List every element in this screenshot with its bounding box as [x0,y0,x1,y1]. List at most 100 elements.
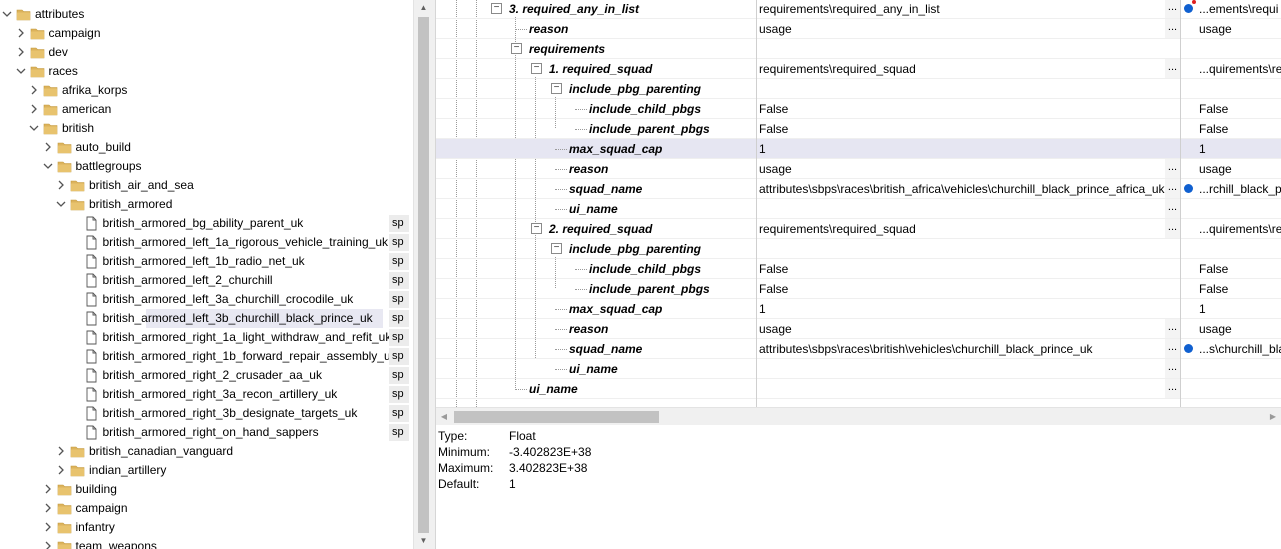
chevron-down-icon[interactable] [2,5,14,24]
tree-file-item[interactable]: british_armored_right_1b_forward_repair_… [0,347,397,366]
property-row[interactable]: −3. required_any_in_list requirements\req… [436,0,1281,19]
chevron-right-icon[interactable] [43,138,55,157]
property-value[interactable]: False [759,259,788,279]
chevron-down-icon[interactable] [56,195,68,214]
tree-folder-item[interactable]: battlegroups [0,157,389,176]
property-row[interactable]: max_squad_cap 1 1 [436,299,1281,319]
scroll-up-arrow-icon[interactable]: ▲ [414,0,433,16]
property-value[interactable]: False [759,99,788,119]
collapse-toggle-icon[interactable]: − [511,43,522,54]
tree-folder-item[interactable]: team_weapons [0,537,389,549]
property-value[interactable]: requirements\required_squad [759,219,916,239]
property-value[interactable]: requirements\required_any_in_list [759,0,940,19]
chevron-right-icon[interactable] [16,43,28,62]
property-value[interactable]: usage [759,19,792,39]
collapse-toggle-icon[interactable]: − [551,83,562,94]
tree-folder-item[interactable]: british_air_and_sea [0,176,389,195]
tree-file-item[interactable]: british_armored_right_1a_light_withdraw_… [0,328,391,347]
property-row[interactable]: include_parent_pbgs False False [436,279,1281,299]
collapse-toggle-icon[interactable]: − [491,3,502,14]
browse-button[interactable]: ... [1165,379,1180,398]
tree-folder-item[interactable]: british_canadian_vanguard [0,442,389,461]
chevron-right-icon[interactable] [43,537,55,549]
property-row[interactable]: − include_pbg_parenting [436,239,1281,259]
tree-folder-item[interactable]: auto_build [0,138,389,157]
property-value[interactable]: 1 [759,139,766,159]
browse-button[interactable]: ... [1165,59,1180,78]
property-value[interactable]: False [759,119,788,139]
collapse-toggle-icon[interactable]: − [551,243,562,254]
scroll-left-arrow-icon[interactable]: ◀ [436,408,452,426]
tree-file-item[interactable]: british_armored_right_on_hand_sappers [0,423,389,442]
property-row[interactable]: reason usage... usage [436,19,1281,39]
property-row[interactable]: squad_name attributes\sbps\races\british\… [436,339,1281,359]
property-row[interactable]: include_child_pbgs False False [436,259,1281,279]
chevron-right-icon[interactable] [56,176,68,195]
tree-folder-item[interactable]: campaign [0,499,389,518]
tree-folder-item[interactable]: british [0,119,389,138]
browse-button[interactable]: ... [1165,159,1180,178]
tree-vertical-scrollbar[interactable]: ▲ ▼ [413,0,432,549]
column-divider-compare[interactable] [1180,0,1181,407]
browse-button[interactable]: ... [1165,0,1180,18]
tree-folder-item[interactable]: attributes [0,5,389,24]
scrollbar-thumb[interactable] [418,17,429,533]
scroll-down-arrow-icon[interactable]: ▼ [414,533,433,549]
property-row[interactable]: reason usage... usage [436,319,1281,339]
property-row[interactable]: include_parent_pbgs False False [436,119,1281,139]
tree-file-item[interactable]: british_armored_left_1a_rigorous_vehicle… [0,233,389,252]
chevron-down-icon[interactable] [16,62,28,81]
tree-folder-item[interactable]: indian_artillery [0,461,389,480]
chevron-right-icon[interactable] [56,461,68,480]
tree-folder-item[interactable]: races [0,62,389,81]
chevron-right-icon[interactable] [29,81,41,100]
collapse-toggle-icon[interactable]: − [531,63,542,74]
property-value[interactable]: attributes\sbps\races\british\vehicles\c… [759,339,1093,359]
browse-button[interactable]: ... [1165,19,1180,38]
browse-button[interactable]: ... [1165,179,1180,198]
tree-file-item[interactable]: british_armored_left_1b_radio_net_uk [0,252,389,271]
property-row[interactable]: include_child_pbgs False False [436,99,1281,119]
property-row[interactable]: ui_name... [436,199,1281,219]
tree-file-item[interactable]: british_armored_left_3b_churchill_black_… [86,309,383,328]
browse-button[interactable]: ... [1165,339,1180,358]
chevron-right-icon[interactable] [29,100,41,119]
property-row[interactable]: squad_name attributes\sbps\races\british_… [436,179,1281,199]
tree-file-item[interactable]: british_armored_right_2_crusader_aa_uk [0,366,389,385]
browse-button[interactable]: ... [1165,199,1180,218]
column-divider-value[interactable] [756,0,757,407]
grid-horizontal-scrollbar[interactable]: ◀ ▶ [436,407,1281,425]
property-value[interactable]: False [759,279,788,299]
property-value[interactable]: requirements\required_squad [759,59,916,79]
property-value[interactable]: 1 [759,299,766,319]
chevron-right-icon[interactable] [43,518,55,537]
property-row[interactable]: −1. required_squad requirements\required_… [436,59,1281,79]
property-row[interactable]: ui_name... [436,379,1281,399]
tree-folder-item[interactable]: british_armored [0,195,389,214]
scrollbar-thumb[interactable] [454,411,659,423]
tree-folder-item[interactable]: infantry [0,518,389,537]
property-row[interactable]: max_squad_cap 1 1 [436,139,1281,159]
property-row[interactable]: reason usage... usage [436,159,1281,179]
property-value[interactable]: usage [759,319,792,339]
browse-button[interactable]: ... [1165,219,1180,238]
property-value[interactable]: attributes\sbps\races\british_africa\veh… [759,179,1165,199]
browse-button[interactable]: ... [1165,359,1180,378]
property-row[interactable]: − requirements [436,39,1281,59]
chevron-down-icon[interactable] [29,119,41,138]
tree-folder-item[interactable]: building [0,480,389,499]
chevron-right-icon[interactable] [16,24,28,43]
tree-file-item[interactable]: british_armored_left_3a_churchill_crocod… [0,290,389,309]
tree-folder-item[interactable]: afrika_korps [0,81,389,100]
tree-file-item[interactable]: british_armored_right_3b_designate_targe… [0,404,389,423]
tree-file-item[interactable]: british_armored_bg_ability_parent_uk [0,214,389,233]
scroll-right-arrow-icon[interactable]: ▶ [1265,408,1281,426]
tree-file-item[interactable]: british_armored_right_3a_recon_artillery… [0,385,389,404]
tree-folder-item[interactable]: american [0,100,389,119]
chevron-right-icon[interactable] [43,499,55,518]
browse-button[interactable]: ... [1165,319,1180,338]
property-row[interactable]: − include_pbg_parenting [436,79,1281,99]
chevron-right-icon[interactable] [43,480,55,499]
tree-folder-item[interactable]: dev [0,43,389,62]
collapse-toggle-icon[interactable]: − [531,223,542,234]
